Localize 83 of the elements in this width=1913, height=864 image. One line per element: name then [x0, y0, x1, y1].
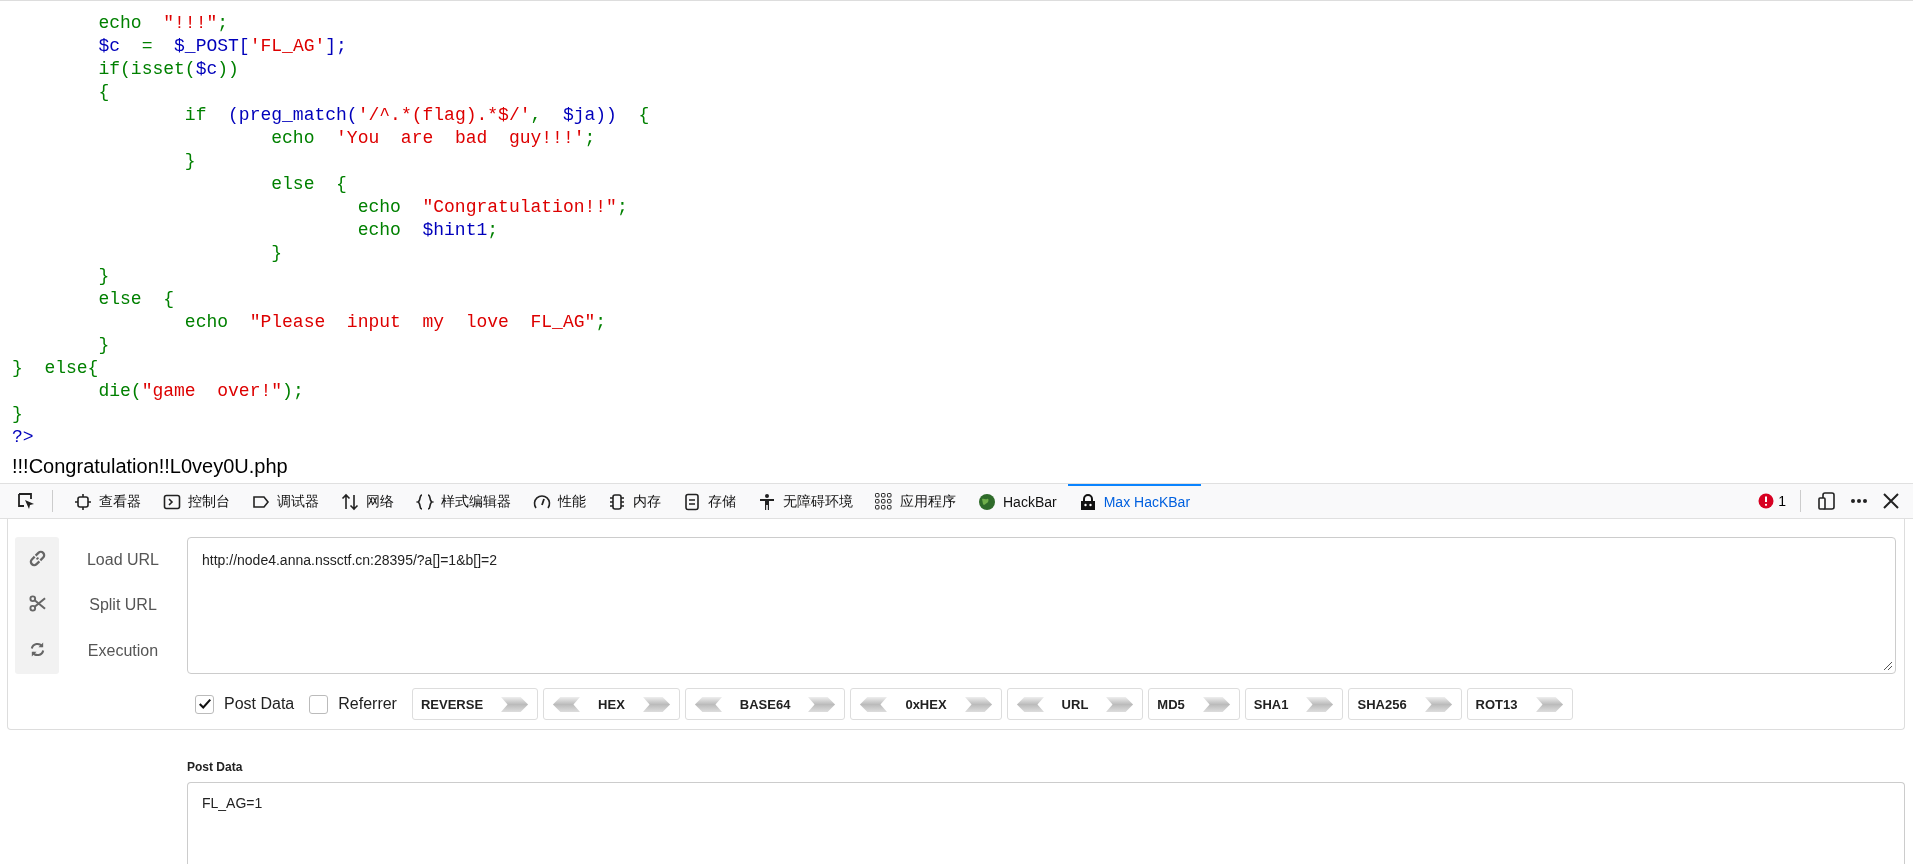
devtools-tab[interactable]: 网络 — [330, 484, 405, 518]
right-arrow-icon — [808, 695, 837, 713]
chip-icon — [608, 493, 626, 511]
code-line: echo $hint1; — [356, 219, 499, 242]
encode-button[interactable]: SHA256 — [1348, 688, 1462, 720]
action-button[interactable]: Split URL — [83, 592, 163, 619]
code-line: ?> — [12, 426, 34, 449]
output-text: !!!Congratulation!!L0vey0U.php — [12, 454, 288, 479]
code-line: die("game over!"); — [97, 380, 304, 403]
devtools-tab[interactable]: 样式编辑器 — [405, 484, 522, 518]
code-line: } — [97, 265, 110, 288]
globe-icon — [978, 493, 996, 511]
resize-grip-icon[interactable] — [1881, 659, 1893, 671]
error-count-text: 1 — [1778, 493, 1786, 509]
encode-button[interactable]: HEX — [543, 688, 680, 720]
braces-icon — [416, 493, 434, 511]
storage-icon — [683, 493, 701, 511]
right-arrow-icon — [1202, 695, 1231, 713]
devtools-tab[interactable]: 内存 — [597, 484, 672, 518]
code-line: echo "Please input my love FL_AG"; — [183, 311, 607, 334]
code-line: } else{ — [12, 357, 99, 380]
checkbox-label: Referrer — [338, 695, 397, 713]
right-arrow-icon — [1535, 695, 1564, 713]
right-arrow-icon — [1424, 695, 1453, 713]
grid-icon — [875, 493, 893, 511]
url-field[interactable]: http://node4.anna.nssctf.cn:28395/?a[]=1&b[]=2 — [187, 537, 1896, 674]
code-line: else { — [270, 173, 347, 196]
checkbox[interactable] — [309, 694, 329, 714]
post-data-field[interactable]: FL_AG=1 — [187, 782, 1905, 864]
responsive-design-icon[interactable] — [1817, 491, 1837, 511]
encode-button[interactable]: MD5 — [1148, 688, 1240, 720]
checkbox-label: Post Data — [224, 695, 295, 713]
code-line: } — [183, 150, 196, 173]
right-arrow-icon — [1306, 695, 1335, 713]
encode-button[interactable]: REVERSE — [411, 688, 539, 720]
error-icon — [1758, 493, 1775, 509]
gauge-icon — [533, 493, 551, 511]
right-arrow-icon — [642, 695, 671, 713]
action-button[interactable]: Execution — [81, 638, 165, 665]
right-arrow-icon — [501, 695, 530, 713]
element-picker-icon[interactable] — [16, 491, 36, 511]
debugger-icon — [252, 493, 270, 511]
encode-button[interactable]: BASE64 — [684, 688, 846, 720]
code-line: echo 'You are bad guy!!!'; — [270, 127, 596, 150]
code-line: $c = $_POST['FL_AG']; — [97, 35, 347, 58]
devtools-tab[interactable]: 调试器 — [241, 484, 330, 518]
devtools-tab[interactable]: 性能 — [522, 484, 597, 518]
devtools-tab[interactable]: 控制台 — [152, 484, 241, 518]
right-arrow-icon — [964, 695, 993, 713]
encode-button[interactable]: ROT13 — [1466, 688, 1573, 720]
code-line: } — [12, 403, 23, 426]
devtools-tab[interactable]: 无障碍环境 — [747, 484, 864, 518]
lock-icon — [1078, 493, 1097, 511]
code-line: { — [97, 81, 110, 104]
arrows-icon — [341, 493, 359, 511]
encode-button[interactable]: URL — [1006, 688, 1144, 720]
console-icon — [163, 493, 181, 511]
post-data-title: Post Data — [187, 760, 243, 774]
checkmark-icon — [197, 697, 212, 711]
devtools-tab[interactable]: 应用程序 — [864, 484, 967, 518]
code-line: echo "!!!"; — [97, 12, 229, 35]
code-line: if(isset($c)) — [97, 58, 239, 81]
refresh-icon[interactable] — [28, 641, 46, 659]
encode-button[interactable]: 0xHEX — [850, 688, 1002, 720]
code-line: if (preg_match('/^.*(flag).*$/', $ja)) { — [183, 104, 650, 127]
right-arrow-icon — [1106, 695, 1135, 713]
error-count[interactable]: 1 — [1758, 493, 1786, 509]
action-button[interactable]: Load URL — [80, 546, 165, 573]
close-icon[interactable] — [1881, 491, 1901, 511]
code-line: } — [97, 334, 110, 357]
devtools-tab[interactable]: 查看器 — [63, 484, 152, 518]
checkbox[interactable] — [195, 694, 214, 714]
link-icon[interactable] — [28, 549, 46, 567]
code-line: } — [270, 242, 283, 265]
inspector-icon — [74, 493, 92, 511]
code-line: else { — [97, 288, 175, 311]
person-icon — [758, 493, 776, 511]
devtools-tab[interactable]: Max HacKBar — [1067, 484, 1202, 518]
devtools-tab[interactable]: HackBar — [967, 484, 1068, 518]
code-line: echo "Congratulation!!"; — [356, 196, 628, 219]
devtools-tab[interactable]: 存储 — [672, 484, 747, 518]
scissors-icon[interactable] — [28, 595, 46, 613]
encode-button[interactable]: SHA1 — [1244, 688, 1344, 720]
